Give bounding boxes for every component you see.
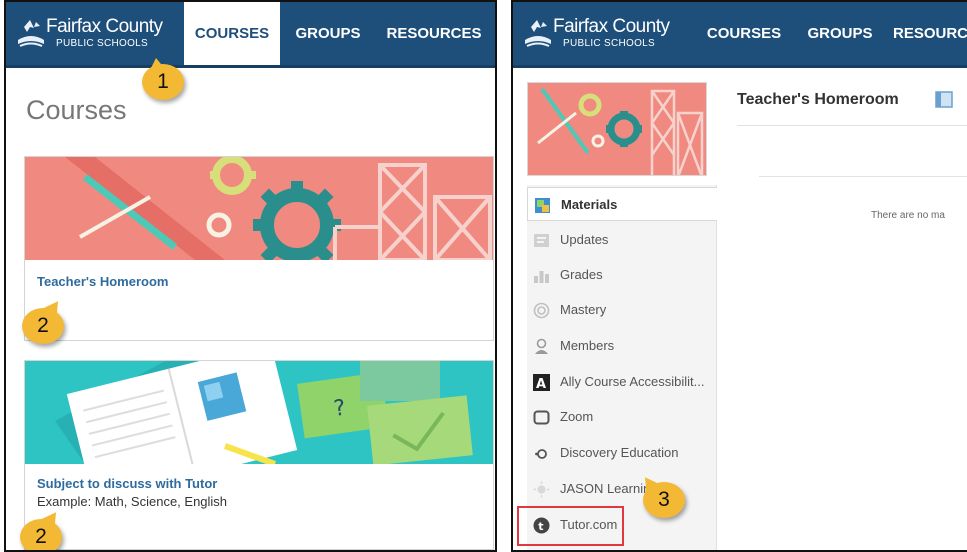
course-notebook-icon[interactable] — [935, 91, 953, 108]
top-navigation-bar: Fairfax County PUBLIC SCHOOLS COURSES GR… — [6, 2, 495, 68]
nav-courses[interactable]: COURSES — [184, 2, 280, 65]
courses-page-panel: Fairfax County PUBLIC SCHOOLS COURSES GR… — [4, 0, 497, 552]
menu-item-ally[interactable]: A Ally Course Accessibilit... — [527, 365, 717, 399]
menu-label-updates: Updates — [560, 232, 609, 247]
callout-2-homeroom: 2 — [22, 308, 64, 344]
menu-item-updates[interactable]: Updates — [527, 223, 717, 257]
mastery-icon — [533, 302, 550, 319]
menu-label-members: Members — [560, 338, 615, 353]
tutor-highlight-box — [517, 506, 624, 546]
gears-banner-image — [25, 157, 493, 260]
lamp-of-learning-icon — [525, 20, 551, 47]
logo-title: Fairfax County — [553, 16, 670, 37]
members-icon — [535, 338, 548, 354]
nav-groups[interactable]: GROUPS — [288, 2, 368, 65]
book-banner-image: ? — [25, 361, 493, 464]
materials-icon — [535, 198, 550, 213]
menu-item-materials[interactable]: Materials — [527, 187, 717, 221]
menu-label-materials: Materials — [561, 197, 618, 212]
course-banner-book: ? — [25, 361, 493, 464]
course-title[interactable]: Teacher's Homeroom — [37, 274, 168, 289]
logo-subtitle: PUBLIC SCHOOLS — [563, 38, 656, 49]
menu-item-jason-learning[interactable]: JASON Learning — [527, 472, 717, 506]
logo-title: Fairfax County — [46, 16, 163, 37]
logo-subtitle: PUBLIC SCHOOLS — [56, 38, 149, 49]
top-navigation-bar: Fairfax County PUBLIC SCHOOLS COURSES GR… — [513, 2, 967, 68]
heading-divider — [737, 125, 967, 126]
course-card-teachers-homeroom[interactable]: Teacher's Homeroom — [24, 156, 494, 341]
course-card-subject-tutor[interactable]: ? Subject to discuss with Tutor Example:… — [24, 360, 494, 550]
ally-icon: A — [533, 374, 550, 391]
nav-groups[interactable]: GROUPS — [803, 2, 877, 65]
course-heading: Teacher's Homeroom — [737, 91, 899, 108]
course-banner-gears — [25, 157, 493, 260]
nav-resources[interactable]: RESOURCES — [378, 2, 490, 65]
zoom-icon — [533, 410, 550, 425]
content-divider — [759, 176, 967, 177]
menu-item-discovery-education[interactable]: Discovery Education — [527, 436, 717, 470]
course-title[interactable]: Subject to discuss with Tutor — [37, 476, 217, 491]
menu-label-ally: Ally Course Accessibilit... — [560, 374, 705, 389]
course-thumbnail — [527, 82, 707, 176]
svg-text:A: A — [536, 377, 546, 391]
menu-item-zoom[interactable]: Zoom — [527, 400, 717, 434]
empty-materials-message: There are no ma — [871, 210, 945, 221]
menu-label-discovery-education: Discovery Education — [560, 445, 679, 460]
menu-item-grades[interactable]: Grades — [527, 258, 717, 292]
menu-item-members[interactable]: Members — [527, 329, 717, 363]
menu-label-zoom: Zoom — [560, 409, 594, 424]
callout-1: 1 — [142, 58, 184, 100]
nav-resources[interactable]: RESOURC — [893, 2, 967, 65]
callout-3: 3 — [643, 482, 685, 518]
grades-icon — [534, 271, 549, 283]
jason-learning-icon — [533, 481, 550, 498]
lamp-of-learning-icon — [18, 20, 44, 47]
course-subtitle: Example: Math, Science, English — [37, 494, 228, 509]
fcps-logo[interactable]: Fairfax County PUBLIC SCHOOLS — [523, 14, 693, 58]
callout-2-tutor-subject: 2 — [20, 519, 62, 550]
course-detail-panel: Fairfax County PUBLIC SCHOOLS COURSES GR… — [511, 0, 967, 552]
menu-label-mastery: Mastery — [560, 302, 607, 317]
fcps-logo[interactable]: Fairfax County PUBLIC SCHOOLS — [16, 14, 186, 58]
updates-icon — [534, 234, 549, 247]
menu-label-grades: Grades — [560, 267, 603, 282]
page-title: Courses — [26, 95, 127, 125]
gears-thumbnail-image — [528, 83, 706, 175]
nav-courses[interactable]: COURSES — [699, 2, 789, 65]
discovery-education-icon — [535, 449, 547, 459]
menu-item-mastery[interactable]: Mastery — [527, 293, 717, 327]
